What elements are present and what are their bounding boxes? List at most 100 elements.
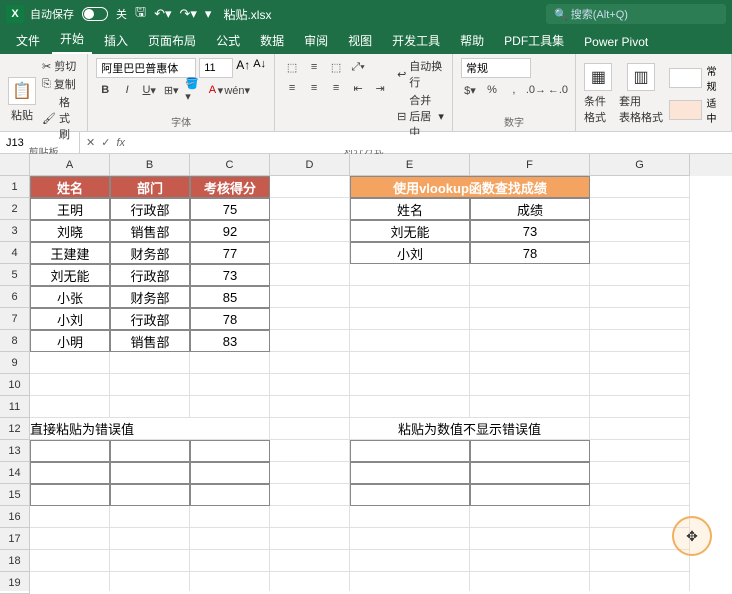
qat-dropdown-icon[interactable]: ▾ [205, 6, 212, 22]
search-input[interactable]: 🔍 搜索(Alt+Q) [546, 4, 726, 24]
phonetic-icon[interactable]: wén▾ [228, 81, 246, 99]
tab-layout[interactable]: 页面布局 [140, 27, 204, 54]
cell-F10[interactable] [470, 374, 590, 396]
cell-C7[interactable]: 78 [190, 308, 270, 330]
cell-B9[interactable] [110, 352, 190, 374]
cell-A12[interactable]: 直接粘贴为错误值 [30, 418, 270, 440]
tab-formulas[interactable]: 公式 [208, 27, 248, 54]
row-header-11[interactable]: 11 [0, 396, 30, 418]
cell-E11[interactable] [350, 396, 470, 418]
col-header-C[interactable]: C [190, 154, 270, 176]
row-header-1[interactable]: 1 [0, 176, 30, 198]
cell-E13[interactable] [350, 440, 470, 462]
cell-G14[interactable] [590, 462, 690, 484]
cell-E12[interactable]: 粘贴为数值不显示错误值 [350, 418, 590, 440]
cell-F9[interactable] [470, 352, 590, 374]
bold-icon[interactable]: B [96, 81, 114, 99]
row-header-8[interactable]: 8 [0, 330, 30, 352]
cell-G8[interactable] [590, 330, 690, 352]
wrap-text-button[interactable]: ↩自动换行 [397, 58, 444, 90]
cell-C5[interactable]: 73 [190, 264, 270, 286]
cell-E18[interactable] [350, 550, 470, 572]
autosave-toggle[interactable]: 自动保存 关 [30, 6, 127, 22]
cell-A17[interactable] [30, 528, 110, 550]
cell-D3[interactable] [270, 220, 350, 242]
cell-C17[interactable] [190, 528, 270, 550]
cell-F18[interactable] [470, 550, 590, 572]
cell-B1[interactable]: 部门 [110, 176, 190, 198]
col-header-F[interactable]: F [470, 154, 590, 176]
cell-G2[interactable] [590, 198, 690, 220]
cell-C8[interactable]: 83 [190, 330, 270, 352]
cell-F5[interactable] [470, 264, 590, 286]
cell-E2[interactable]: 姓名 [350, 198, 470, 220]
cell-G15[interactable] [590, 484, 690, 506]
border-icon[interactable]: ⊞▾ [162, 81, 180, 99]
tab-help[interactable]: 帮助 [452, 27, 492, 54]
cell-F19[interactable] [470, 572, 590, 591]
row-header-12[interactable]: 12 [0, 418, 30, 440]
col-header-D[interactable]: D [270, 154, 350, 176]
cell-D12[interactable] [270, 418, 350, 440]
cell-E19[interactable] [350, 572, 470, 591]
font-size-combo[interactable] [199, 58, 233, 78]
cell-A1[interactable]: 姓名 [30, 176, 110, 198]
cell-B14[interactable] [110, 462, 190, 484]
col-header-B[interactable]: B [110, 154, 190, 176]
cell-E9[interactable] [350, 352, 470, 374]
cell-G19[interactable] [590, 572, 690, 591]
cell-G12[interactable] [590, 418, 690, 440]
cell-D6[interactable] [270, 286, 350, 308]
cell-G11[interactable] [590, 396, 690, 418]
cell-D18[interactable] [270, 550, 350, 572]
cell-E4[interactable]: 小刘 [350, 242, 470, 264]
cell-B17[interactable] [110, 528, 190, 550]
align-center-icon[interactable]: ≡ [305, 79, 323, 97]
tab-powerpivot[interactable]: Power Pivot [576, 30, 656, 54]
cell-A18[interactable] [30, 550, 110, 572]
cell-E17[interactable] [350, 528, 470, 550]
cell-G7[interactable] [590, 308, 690, 330]
cell-D9[interactable] [270, 352, 350, 374]
row-header-9[interactable]: 9 [0, 352, 30, 374]
cell-G9[interactable] [590, 352, 690, 374]
cell-F17[interactable] [470, 528, 590, 550]
cell-G5[interactable] [590, 264, 690, 286]
cell-A9[interactable] [30, 352, 110, 374]
cell-B16[interactable] [110, 506, 190, 528]
row-header-5[interactable]: 5 [0, 264, 30, 286]
paste-button[interactable]: 📋 粘贴 [8, 77, 36, 123]
cell-B10[interactable] [110, 374, 190, 396]
formula-input[interactable] [131, 135, 726, 150]
style-normal[interactable] [669, 68, 702, 88]
cell-C13[interactable] [190, 440, 270, 462]
cell-A3[interactable]: 刘晓 [30, 220, 110, 242]
cell-E5[interactable] [350, 264, 470, 286]
row-header-17[interactable]: 17 [0, 528, 30, 550]
cell-E7[interactable] [350, 308, 470, 330]
align-left-icon[interactable]: ≡ [283, 79, 301, 97]
increase-font-icon[interactable]: A↑ [236, 58, 250, 78]
cell-D5[interactable] [270, 264, 350, 286]
cell-C2[interactable]: 75 [190, 198, 270, 220]
cell-G10[interactable] [590, 374, 690, 396]
cell-A5[interactable]: 刘无能 [30, 264, 110, 286]
cell-F14[interactable] [470, 462, 590, 484]
cell-E8[interactable] [350, 330, 470, 352]
align-bottom-icon[interactable]: ⬚ [327, 58, 345, 76]
redo-icon[interactable]: ↷▾ [180, 6, 197, 22]
font-color-icon[interactable]: A▾ [206, 81, 224, 99]
cell-C16[interactable] [190, 506, 270, 528]
align-right-icon[interactable]: ≡ [327, 79, 345, 97]
cell-B8[interactable]: 销售部 [110, 330, 190, 352]
cell-F2[interactable]: 成绩 [470, 198, 590, 220]
cell-F6[interactable] [470, 286, 590, 308]
row-header-4[interactable]: 4 [0, 242, 30, 264]
tab-file[interactable]: 文件 [8, 27, 48, 54]
select-all-corner[interactable] [0, 154, 30, 176]
cell-G18[interactable] [590, 550, 690, 572]
cell-F7[interactable] [470, 308, 590, 330]
row-header-10[interactable]: 10 [0, 374, 30, 396]
row-header-15[interactable]: 15 [0, 484, 30, 506]
cell-A2[interactable]: 王明 [30, 198, 110, 220]
